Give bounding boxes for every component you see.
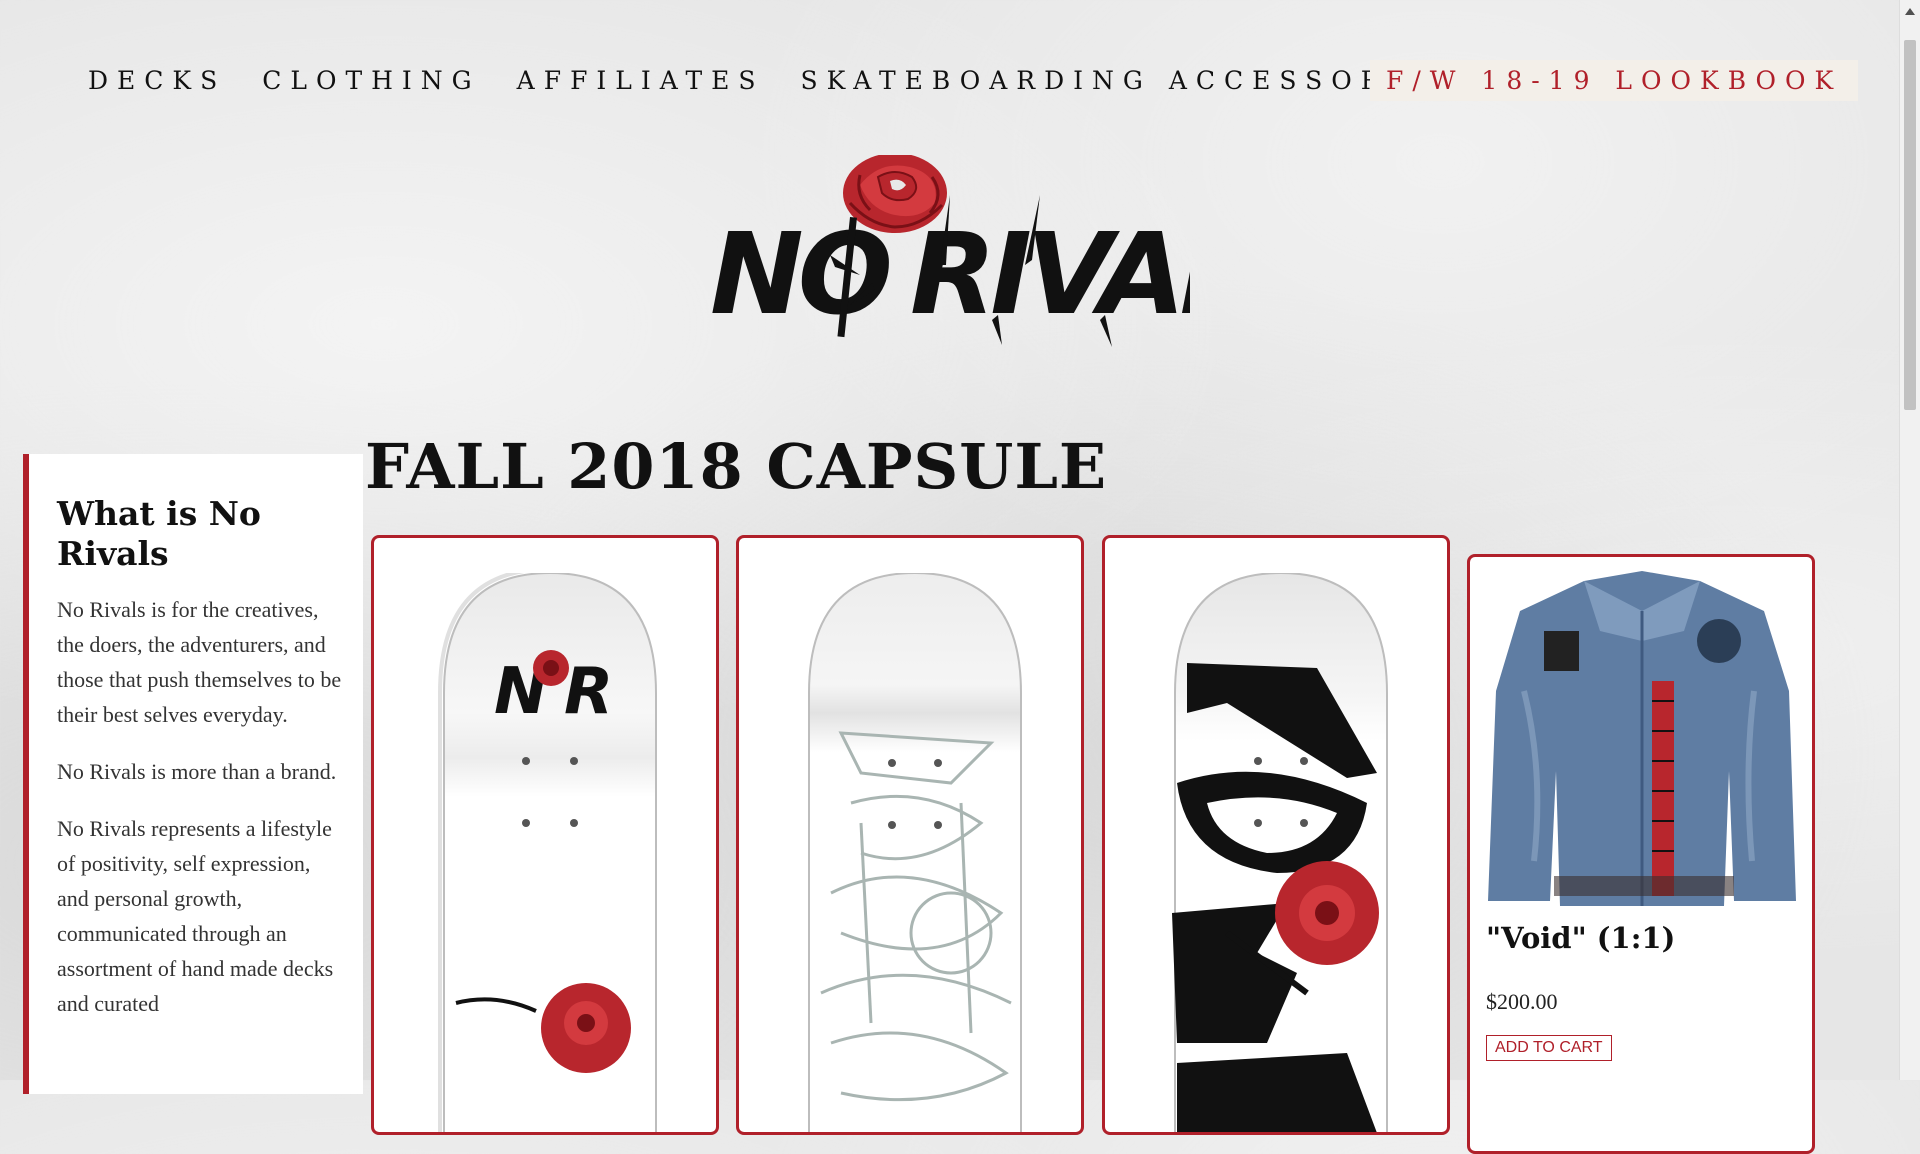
svg-text:RIVALS: RIVALS [910,210,1190,340]
logo-letters: NO RIVALS [710,195,1326,347]
page: DECKS CLOTHING AFFILIATES SKATEBOARDING … [0,0,1900,1154]
no-rivals-logo[interactable]: NO RIVALS [710,153,1326,355]
nav-affiliates[interactable]: AFFILIATES [517,66,765,95]
deck-outline-gray-icon [808,573,1022,1132]
page-title: FALL 2018 CAPSULE [365,430,1108,503]
product-card-deck-2[interactable] [736,535,1084,1135]
product-card-deck-3[interactable] [1102,535,1450,1135]
product-title[interactable]: "Void" (1:1) [1486,921,1675,955]
svg-text:R: R [564,655,613,729]
nav-clothing[interactable]: CLOTHING [262,66,480,95]
scroll-thumb[interactable] [1904,40,1916,410]
sidebar-paragraph-2: No Rivals is more than a brand. [57,759,337,784]
nav-decks[interactable]: DECKS [88,66,226,95]
scroll-up-arrow-icon[interactable] [1905,8,1915,15]
product-card-jacket[interactable]: "Void" (1:1) $200.00 ADD TO CART [1467,554,1815,1154]
svg-text:NO: NO [710,210,890,340]
scrollbar[interactable] [1899,0,1920,1080]
product-card-deck-1[interactable]: N R [371,535,719,1135]
nav-lookbook[interactable]: F/W 18-19 LOOKBOOK [1370,60,1859,101]
product-price: $200.00 [1486,989,1558,1014]
sidebar-paragraph-3: No Rivals represents a lifestyle of posi… [57,816,334,1016]
deck-nr-rose-white-icon: N R [438,573,657,1132]
about-sidebar: What is No Rivals No Rivals is for the c… [23,454,363,1094]
sidebar-title: What is No Rivals [57,494,261,573]
main-nav: DECKS CLOTHING AFFILIATES SKATEBOARDING … [88,60,1859,101]
denim-jacket-icon [1488,571,1796,906]
logo-image: NO RIVALS [710,153,1326,347]
deck-norivals-black-red-icon [1172,573,1388,1132]
nav-skateboarding-accessories[interactable]: SKATEBOARDING ACCESSORIES [801,66,1461,95]
sidebar-paragraph-1: No Rivals is for the creatives, the doer… [57,597,342,727]
add-to-cart-button[interactable]: ADD TO CART [1486,1035,1612,1061]
